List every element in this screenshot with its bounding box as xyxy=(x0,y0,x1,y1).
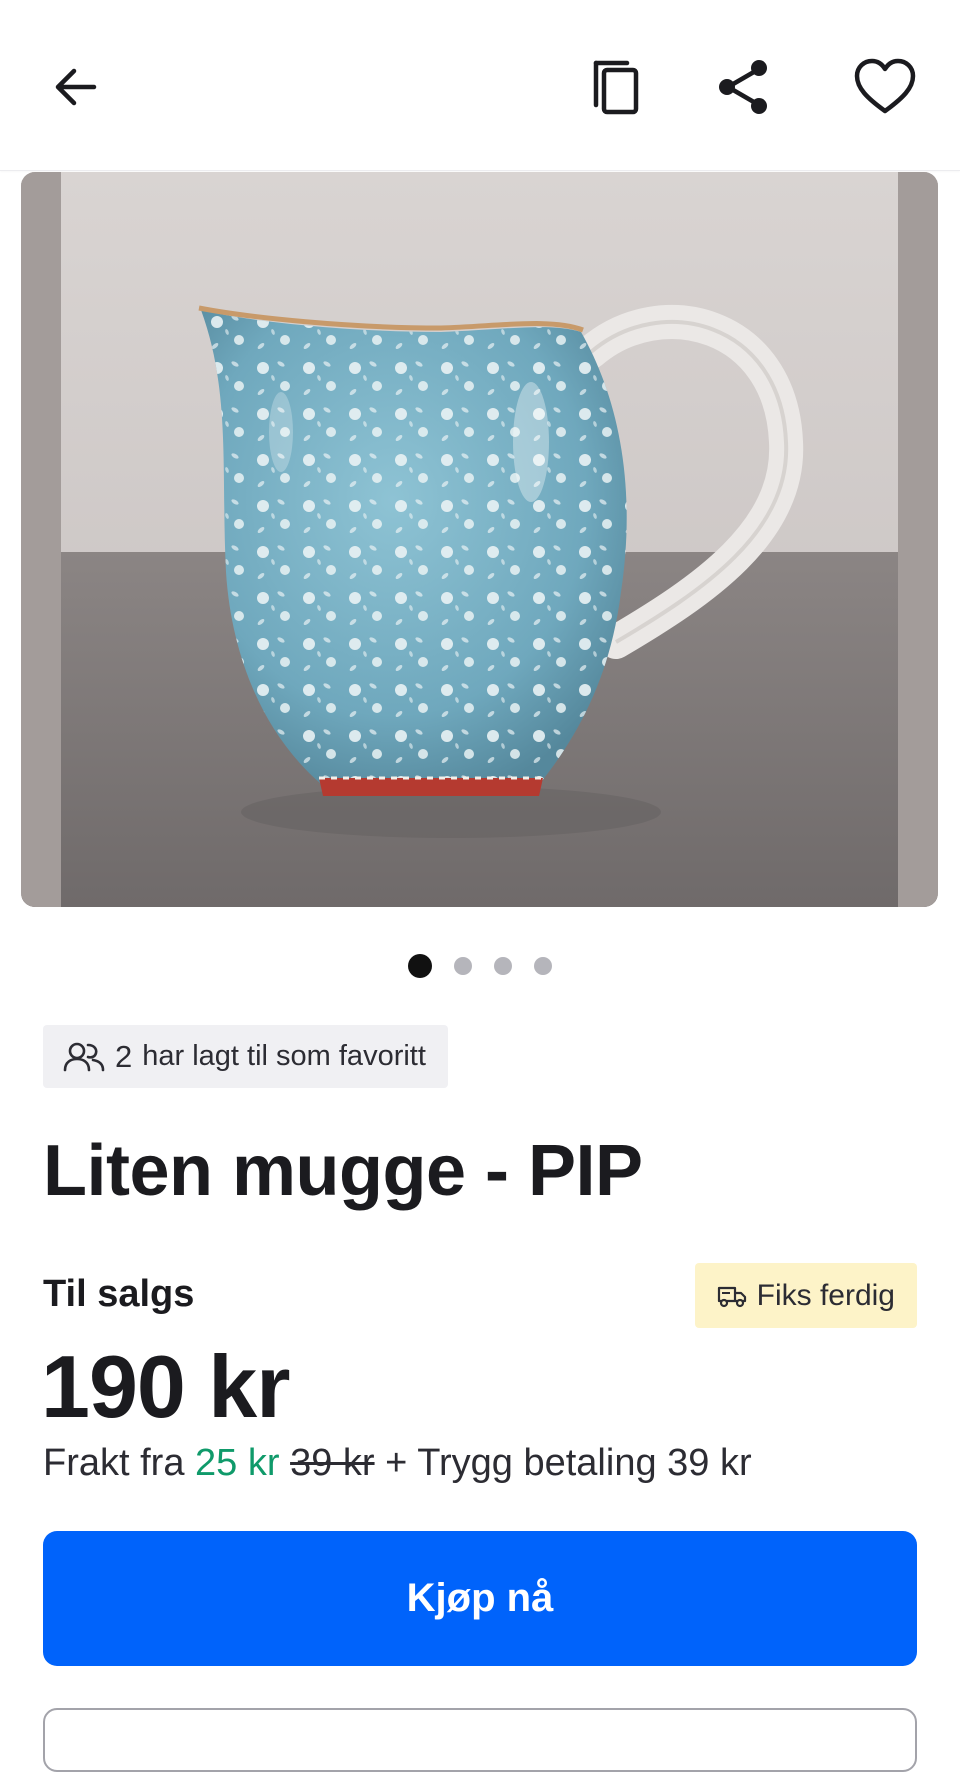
listing-price: 190 kr xyxy=(41,1337,290,1436)
truck-icon xyxy=(717,1286,746,1307)
pagination-dot-4[interactable] xyxy=(534,957,552,975)
favorite-button[interactable] xyxy=(840,42,930,132)
arrow-left-icon xyxy=(55,68,97,106)
gallery-pagination xyxy=(0,954,960,978)
freight-price: 25 kr xyxy=(195,1442,280,1484)
favorites-count: 2 xyxy=(115,1038,133,1074)
freight-info: Frakt fra 25 kr 39 kr + Trygg betaling 3… xyxy=(43,1442,752,1485)
buy-now-button[interactable]: Kjøp nå xyxy=(43,1531,917,1666)
freight-old-price: 39 kr xyxy=(290,1442,375,1484)
pagination-dot-2[interactable] xyxy=(454,957,472,975)
secondary-action-button[interactable] xyxy=(43,1708,917,1772)
favorites-text: har lagt til som favoritt xyxy=(142,1040,426,1072)
share-icon xyxy=(719,60,767,114)
pagination-dot-1[interactable] xyxy=(408,954,432,978)
share-button[interactable] xyxy=(699,42,789,132)
product-image-milk-jug xyxy=(21,172,938,907)
heart-outline-icon xyxy=(854,58,916,114)
copy-link-button[interactable] xyxy=(572,42,662,132)
freight-suffix: + Trygg betaling 39 kr xyxy=(385,1442,752,1484)
freight-prefix: Frakt fra xyxy=(43,1442,185,1484)
product-image-gallery[interactable] xyxy=(21,172,938,907)
top-app-bar xyxy=(0,0,960,171)
pagination-dot-3[interactable] xyxy=(494,957,512,975)
shipping-badge: Fiks ferdig xyxy=(694,1263,917,1328)
favorites-count-badge: 2 har lagt til som favoritt xyxy=(43,1025,448,1088)
listing-title: Liten mugge - PIP xyxy=(43,1131,643,1211)
back-button[interactable] xyxy=(30,42,120,132)
shipping-badge-label: Fiks ferdig xyxy=(756,1278,895,1312)
users-icon xyxy=(63,1042,105,1071)
listing-status: Til salgs xyxy=(43,1273,195,1315)
copy-icon xyxy=(593,60,639,115)
